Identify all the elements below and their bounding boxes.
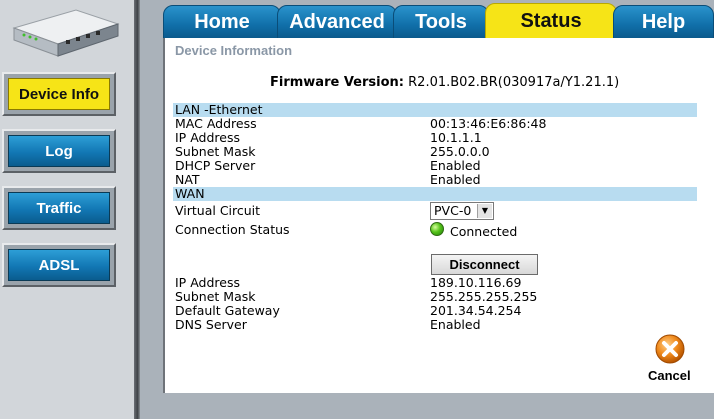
- select-value: PVC-0: [434, 203, 472, 218]
- sidebar-item-label: Device Info: [18, 85, 100, 103]
- lan-subnet-mask-row: Subnet Mask 255.0.0.0: [175, 145, 695, 159]
- wan-section-header: WAN: [173, 187, 697, 201]
- tab-label: Status: [520, 9, 582, 32]
- wan-ip-address-row: IP Address 189.10.116.69: [175, 276, 695, 290]
- lan-nat-row: NAT Enabled: [175, 173, 695, 187]
- sidebar-item-device-info[interactable]: Device Info: [2, 72, 116, 116]
- firmware-version: Firmware Version: R2.01.B02.BR(030917a/Y…: [270, 75, 619, 90]
- tab-label: Tools: [415, 10, 467, 33]
- disconnect-button[interactable]: Disconnect: [431, 254, 538, 275]
- sidebar-item-traffic[interactable]: Traffic: [2, 186, 116, 230]
- row-label: NAT: [175, 172, 200, 187]
- sidebar-item-adsl[interactable]: ADSL: [2, 243, 116, 287]
- row-value: Enabled: [430, 158, 481, 173]
- wan-dns-server-row: DNS Server Enabled: [175, 318, 695, 332]
- firmware-label: Firmware Version:: [270, 75, 404, 90]
- row-label: DHCP Server: [175, 158, 256, 173]
- tab-advanced[interactable]: Advanced: [277, 5, 397, 39]
- left-sidebar: Device Info Log Traffic ADSL: [0, 0, 134, 419]
- row-label: MAC Address: [175, 116, 257, 131]
- tab-label: Home: [194, 10, 250, 33]
- lan-ip-address-row: IP Address 10.1.1.1: [175, 131, 695, 145]
- cancel-icon[interactable]: [655, 334, 685, 364]
- row-value: 201.34.54.254: [430, 303, 522, 318]
- row-label: Subnet Mask: [175, 289, 256, 304]
- lan-section-header: LAN -Ethernet: [173, 103, 697, 117]
- sidebar-item-label: Log: [45, 142, 73, 160]
- sidebar-item-label: Traffic: [36, 199, 82, 217]
- row-value: 255.255.255.255: [430, 289, 538, 304]
- page-bottom-bar: [163, 393, 714, 419]
- row-label: IP Address: [175, 130, 240, 145]
- row-value: 10.1.1.1: [430, 130, 482, 145]
- row-label: Virtual Circuit: [175, 203, 261, 218]
- wan-default-gateway-row: Default Gateway 201.34.54.254: [175, 304, 695, 318]
- lan-dhcp-server-row: DHCP Server Enabled: [175, 159, 695, 173]
- section-title: Device Information: [175, 43, 293, 58]
- status-indicator-icon: [430, 222, 444, 236]
- tab-status[interactable]: Status: [485, 3, 617, 39]
- row-value: Enabled: [430, 172, 481, 187]
- row-value: Enabled: [430, 317, 481, 332]
- tab-home[interactable]: Home: [163, 5, 281, 39]
- tab-label: Help: [641, 10, 686, 33]
- connection-status-value: Connected: [450, 224, 518, 239]
- row-value: 00:13:46:E6:86:48: [430, 116, 547, 131]
- router-device-image: [12, 9, 120, 57]
- row-label: Default Gateway: [175, 303, 280, 318]
- chevron-down-icon: ▼: [477, 204, 492, 218]
- sidebar-item-log[interactable]: Log: [2, 129, 116, 173]
- row-label: Connection Status: [175, 222, 290, 237]
- wan-subnet-mask-row: Subnet Mask 255.255.255.255: [175, 290, 695, 304]
- lan-mac-address-row: MAC Address 00:13:46:E6:86:48: [175, 117, 695, 131]
- content-panel: Device Information Firmware Version: R2.…: [163, 38, 714, 393]
- row-label: DNS Server: [175, 317, 247, 332]
- row-value: 189.10.116.69: [430, 275, 522, 290]
- tab-label: Advanced: [289, 10, 385, 33]
- cancel-button[interactable]: Cancel: [648, 368, 691, 383]
- row-label: Subnet Mask: [175, 144, 256, 159]
- row-value: 255.0.0.0: [430, 144, 490, 159]
- firmware-value: R2.01.B02.BR(030917a/Y1.21.1): [408, 75, 620, 90]
- tab-help[interactable]: Help: [613, 5, 714, 39]
- top-tab-bar: Home Advanced Tools Status Help: [160, 0, 714, 39]
- sidebar-item-label: ADSL: [38, 256, 80, 274]
- virtual-circuit-select[interactable]: PVC-0 ▼: [430, 202, 494, 220]
- tab-tools[interactable]: Tools: [393, 5, 489, 39]
- row-label: IP Address: [175, 275, 240, 290]
